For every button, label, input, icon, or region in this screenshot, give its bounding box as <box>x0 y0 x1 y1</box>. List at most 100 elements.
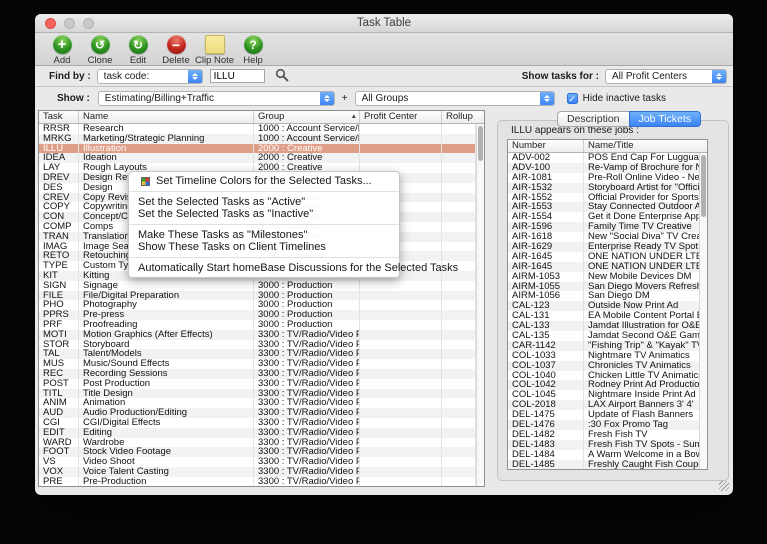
job-row[interactable]: AIR-1532Storyboard Artist for "Official … <box>508 183 699 193</box>
table-row[interactable]: FOOTStock Video Footage3300 : TV/Radio/V… <box>39 447 476 457</box>
table-row[interactable]: ANIMAnimation3300 : TV/Radio/Video Pro..… <box>39 398 476 408</box>
job-row[interactable]: DEL-1475Update of Flash Banners <box>508 410 699 420</box>
job-row[interactable]: CAL-133Jamdat Illustration for O&E Banne… <box>508 321 699 331</box>
menu-item[interactable]: Set the Selected Tasks as "Inactive" <box>129 208 399 221</box>
resize-grip-icon[interactable] <box>719 481 729 491</box>
zoom-button[interactable] <box>83 18 94 29</box>
job-row[interactable]: COL-1040Chicken Little TV Animatics <box>508 371 699 381</box>
table-row[interactable]: VOXVoice Talent Casting3300 : TV/Radio/V… <box>39 467 476 477</box>
table-row[interactable]: SIGNSignage3000 : Production <box>39 281 476 291</box>
tab-description[interactable]: Description <box>557 111 629 127</box>
job-row[interactable]: COL-1033Nightmare TV Animatics <box>508 351 699 361</box>
job-row[interactable]: AIR-1596Family Time TV Creative <box>508 222 699 232</box>
job-row[interactable]: COL-1045Nightmare Inside Print Ad Produc… <box>508 390 699 400</box>
table-row[interactable]: IDEAIdeation2000 : Creative <box>39 153 476 163</box>
tab-job-tickets[interactable]: Job Tickets <box>629 111 702 127</box>
search-icon[interactable] <box>275 68 289 85</box>
job-row[interactable]: AIR-1618New "Social Diva" TV Creative <box>508 232 699 242</box>
menu-item-label: Make These Tasks as "Milestones" <box>138 229 307 242</box>
column-header-number[interactable]: Number <box>508 140 584 152</box>
table-row[interactable]: ILLUIllustration2000 : Creative <box>39 144 476 154</box>
column-header-group[interactable]: Group▲ <box>254 111 360 123</box>
table-row[interactable]: FILEFile/Digital Preparation3000 : Produ… <box>39 291 476 301</box>
job-number-cell: COL-1040 <box>508 371 584 381</box>
job-row[interactable]: AIR-1645ONE NATION UNDER LTE Rebran... <box>508 262 699 272</box>
job-row[interactable]: AIR-1645ONE NATION UNDER LTE Rebran... <box>508 252 699 262</box>
table-row[interactable]: WARDWardrobe3300 : TV/Radio/Video Pro... <box>39 438 476 448</box>
table-row[interactable]: VSVideo Shoot3300 : TV/Radio/Video Pro..… <box>39 457 476 467</box>
job-row[interactable]: AIR-1552Official Provider for Sports Fan… <box>508 193 699 203</box>
hide-inactive-checkbox[interactable]: ✓ <box>567 93 578 104</box>
menu-item[interactable]: Make These Tasks as "Milestones" <box>129 229 399 242</box>
table-row[interactable]: RRSRResearch1000 : Account Service/Plan.… <box>39 124 476 134</box>
scrollbar-thumb[interactable] <box>478 126 483 161</box>
table-row[interactable]: PRFProofreading3000 : Production <box>39 320 476 330</box>
table-row[interactable]: PREPre-Production3300 : TV/Radio/Video P… <box>39 477 476 487</box>
search-input[interactable] <box>210 69 265 83</box>
column-header-rollup[interactable]: Rollup <box>442 111 484 123</box>
job-row[interactable]: AIRM-1053New Mobile Devices DM <box>508 272 699 282</box>
close-button[interactable] <box>45 18 56 29</box>
job-row[interactable]: AIRM-1055San Diego Movers Refresh <box>508 282 699 292</box>
find-field-select[interactable]: task code: <box>97 69 203 84</box>
table-row[interactable]: EDITEditing3300 : TV/Radio/Video Pro... <box>39 428 476 438</box>
table-row[interactable]: TALTalent/Models3300 : TV/Radio/Video Pr… <box>39 349 476 359</box>
job-title-cell: Re-Vamp of Brochure for New Tr... <box>584 163 699 173</box>
table-row[interactable]: AUDAudio Production/Editing3300 : TV/Rad… <box>39 408 476 418</box>
menu-item[interactable]: Set the Selected Tasks as "Active" <box>129 196 399 209</box>
table-row[interactable]: MUSMusic/Sound Effects3300 : TV/Radio/Vi… <box>39 359 476 369</box>
task-code-cell: CON <box>39 212 79 222</box>
column-header-name-title[interactable]: Name/Title <box>584 140 707 152</box>
group-filter-select[interactable]: All Groups <box>355 91 555 106</box>
table-row[interactable]: MOTIMotion Graphics (After Effects)3300 … <box>39 330 476 340</box>
job-row[interactable]: COL-1037Chronicles TV Animatics <box>508 361 699 371</box>
job-row[interactable]: DEL-1485Freshly Caught Fish Coupon Maile… <box>508 460 699 469</box>
job-row[interactable]: CAL-135Jamdat Second O&E Game Guide <box>508 331 699 341</box>
add-button[interactable]: +Add <box>43 35 81 66</box>
rollup-cell <box>442 447 476 457</box>
table-row[interactable]: RECRecording Sessions3300 : TV/Radio/Vid… <box>39 369 476 379</box>
table-row[interactable]: PPRSPre-press3000 : Production <box>39 310 476 320</box>
scrollbar-thumb[interactable] <box>701 155 706 217</box>
table-row[interactable]: CGICGI/Digital Effects3300 : TV/Radio/Vi… <box>39 418 476 428</box>
job-row[interactable]: AIR-1081Pre-Roll Online Video - New Ca..… <box>508 173 699 183</box>
clone-button[interactable]: ↺Clone <box>81 35 119 66</box>
jobs-scrollbar[interactable] <box>699 153 707 469</box>
help-button[interactable]: ?Help <box>234 35 272 66</box>
table-row[interactable]: STORStoryboard3300 : TV/Radio/Video Pro.… <box>39 340 476 350</box>
job-row[interactable]: COL-1042Rodney Print Ad Production <box>508 380 699 390</box>
job-row[interactable]: AIR-1629Enterprise Ready TV Spot <box>508 242 699 252</box>
job-row[interactable]: COL-2018LAX Airport Banners 3' 4' <box>508 400 699 410</box>
column-header-name[interactable]: Name <box>79 111 254 123</box>
menu-item[interactable]: Set Timeline Colors for the Selected Tas… <box>129 175 399 188</box>
job-row[interactable]: DEL-1484A Warm Welcome in a Bowl <box>508 450 699 460</box>
job-row[interactable]: DEL-1482Fresh Fish TV <box>508 430 699 440</box>
job-row[interactable]: ADV-100Re-Vamp of Brochure for New Tr... <box>508 163 699 173</box>
job-row[interactable]: DEL-1483Fresh Fish TV Spots - Summer Re.… <box>508 440 699 450</box>
clip-note-button[interactable]: Clip Note <box>195 35 234 66</box>
job-row[interactable]: AIR-1553Stay Connected Outdoor Ad <box>508 202 699 212</box>
billing-filter-select[interactable]: Estimating/Billing+Traffic <box>98 91 335 106</box>
job-row[interactable]: DEL-1476:30 Fox Promo Tag <box>508 420 699 430</box>
profit-center-select[interactable]: All Profit Centers <box>605 69 727 84</box>
column-header-profit-center[interactable]: Profit Center <box>360 111 442 123</box>
menu-item[interactable]: Automatically Start homeBase Discussions… <box>129 262 399 275</box>
job-row[interactable]: CAL-123Outside Now Print Ad <box>508 301 699 311</box>
menu-item[interactable]: Show These Tasks on Client Timelines <box>129 241 399 254</box>
delete-button[interactable]: −Delete <box>157 35 195 66</box>
task-code-cell: LAY <box>39 163 79 173</box>
job-row[interactable]: AIRM-1056San Diego DM <box>508 291 699 301</box>
task-table-scrollbar[interactable] <box>476 124 484 486</box>
minimize-button[interactable] <box>64 18 75 29</box>
job-row[interactable]: CAL-131EA Mobile Content Portal Branding <box>508 311 699 321</box>
table-row[interactable]: TITLTitle Design3300 : TV/Radio/Video Pr… <box>39 389 476 399</box>
edit-button[interactable]: ↻Edit <box>119 35 157 66</box>
table-row[interactable]: POSTPost Production3300 : TV/Radio/Video… <box>39 379 476 389</box>
column-header-task[interactable]: Task <box>39 111 79 123</box>
job-row[interactable]: AIR-1554Get it Done Enterprise App Offer <box>508 212 699 222</box>
dropdown-stepper-icon <box>540 91 554 106</box>
table-row[interactable]: PHOPhotography3000 : Production <box>39 300 476 310</box>
job-row[interactable]: CAR-1142"Fishing Trip" & "Kayak" TV Spot… <box>508 341 699 351</box>
table-row[interactable]: MRKGMarketing/Strategic Planning1000 : A… <box>39 134 476 144</box>
job-row[interactable]: ADV-002POS End Cap For Lugguage Outle... <box>508 153 699 163</box>
